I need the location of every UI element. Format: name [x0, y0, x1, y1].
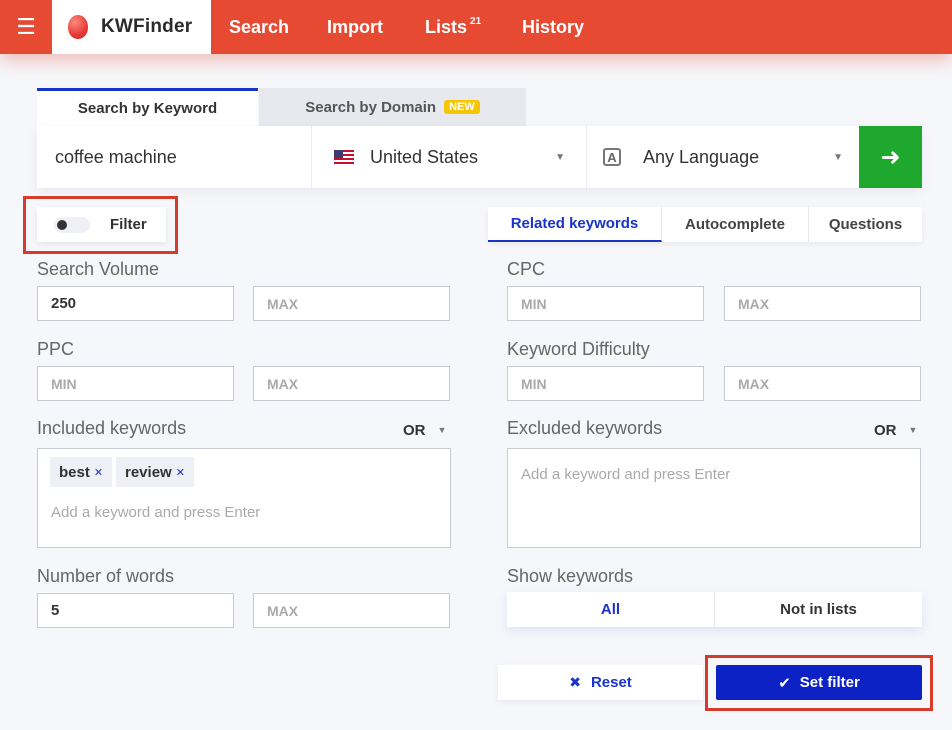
- keyword-type-tabs: Related keywords Autocomplete Questions: [488, 207, 922, 242]
- excluded-keywords-box[interactable]: Add a keyword and press Enter: [507, 448, 921, 548]
- show-keywords-label: Show keywords: [507, 566, 634, 586]
- remove-tag-icon[interactable]: ✕: [94, 466, 103, 479]
- included-operator-value: OR: [403, 422, 426, 439]
- nav-lists-label: Lists: [425, 16, 468, 37]
- brand-logo-link[interactable]: KWFinder: [52, 0, 211, 54]
- close-icon: ✖: [569, 674, 581, 690]
- keyword-difficulty-label: Keyword Difficulty: [507, 339, 650, 359]
- tab-questions[interactable]: Questions: [809, 207, 922, 242]
- tab-search-by-keyword[interactable]: Search by Keyword: [37, 88, 258, 126]
- search-volume-max-input[interactable]: MAX: [253, 286, 450, 321]
- show-all-option[interactable]: All: [507, 592, 714, 627]
- nav-search[interactable]: Search: [229, 0, 289, 54]
- country-select[interactable]: United States ▼: [311, 126, 579, 188]
- keyword-tag: best ✕: [50, 457, 113, 487]
- keyword-input[interactable]: coffee machine: [37, 126, 303, 188]
- language-icon: A: [603, 148, 621, 166]
- set-filter-button[interactable]: ✔ Set filter: [716, 665, 922, 700]
- country-value: United States: [370, 146, 479, 167]
- language-select[interactable]: A Any Language ▼: [586, 126, 857, 188]
- ppc-min-input[interactable]: MIN: [37, 366, 234, 401]
- nav-history-label: History: [522, 16, 585, 37]
- toggle-switch-icon: [54, 216, 90, 233]
- excluded-operator-value: OR: [874, 422, 897, 439]
- nav-history[interactable]: History: [522, 0, 584, 54]
- cpc-max-input[interactable]: MAX: [724, 286, 921, 321]
- language-value: Any Language: [643, 146, 760, 167]
- tab-questions-label: Questions: [828, 216, 903, 233]
- kwfinder-logo-icon: [68, 15, 88, 39]
- chevron-down-icon: ▼: [437, 425, 447, 435]
- cpc-min-input[interactable]: MIN: [507, 286, 704, 321]
- search-volume-min-input[interactable]: 250: [37, 286, 234, 321]
- ppc-label: PPC: [37, 339, 75, 359]
- show-not-in-lists-option[interactable]: Not in lists: [714, 592, 922, 627]
- nav-import[interactable]: Import: [327, 0, 383, 54]
- included-keywords-box[interactable]: best ✕ review ✕ Add a keyword and press En…: [37, 448, 451, 548]
- tab-search-by-keyword-label: Search by Keyword: [77, 100, 218, 117]
- excluded-keywords-placeholder: Add a keyword and press Enter: [521, 466, 731, 483]
- filter-toggle[interactable]: Filter: [37, 207, 166, 242]
- search-row: coffee machine United States ▼ A Any Lan…: [37, 126, 922, 188]
- set-filter-button-label: Set filter: [799, 674, 860, 691]
- new-badge: NEW: [444, 100, 480, 114]
- keyword-difficulty-max-input[interactable]: MAX: [724, 366, 921, 401]
- brand-name: KWFinder: [101, 16, 193, 37]
- menu-icon[interactable]: ☰: [0, 0, 52, 54]
- reset-button[interactable]: ✖ Reset: [498, 665, 703, 700]
- nav-search-label: Search: [229, 16, 290, 37]
- excluded-operator-select[interactable]: OR ▼: [874, 422, 917, 439]
- nav-lists[interactable]: Lists 21: [425, 0, 481, 54]
- number-of-words-max-input[interactable]: MAX: [253, 593, 450, 628]
- excluded-keywords-label: Excluded keywords: [507, 418, 663, 438]
- keyword-difficulty-min-input[interactable]: MIN: [507, 366, 704, 401]
- ppc-max-input[interactable]: MAX: [253, 366, 450, 401]
- tab-autocomplete[interactable]: Autocomplete: [662, 207, 809, 242]
- chevron-down-icon: ▼: [555, 152, 565, 163]
- search-submit-button[interactable]: ➜: [859, 126, 922, 188]
- number-of-words-label: Number of words: [37, 566, 175, 586]
- cpc-label: CPC: [507, 259, 546, 279]
- show-keywords-toggle: All Not in lists: [507, 592, 922, 627]
- filter-toggle-label: Filter: [110, 216, 147, 233]
- tab-related-keywords[interactable]: Related keywords: [488, 207, 662, 242]
- search-volume-label: Search Volume: [37, 259, 160, 279]
- number-of-words-min-input[interactable]: 5: [37, 593, 234, 628]
- included-operator-select[interactable]: OR ▼: [403, 422, 446, 439]
- keyword-tag: review ✕: [116, 457, 194, 487]
- keyword-tag-label: review: [125, 463, 172, 481]
- included-keywords-placeholder: Add a keyword and press Enter: [51, 504, 261, 521]
- chevron-down-icon: ▼: [833, 152, 843, 163]
- nav-import-label: Import: [327, 16, 383, 37]
- remove-tag-icon[interactable]: ✕: [176, 466, 185, 479]
- tab-autocomplete-label: Autocomplete: [684, 216, 785, 233]
- keyword-tag-label: best: [59, 463, 90, 481]
- reset-button-label: Reset: [590, 674, 632, 691]
- tab-search-by-domain[interactable]: Search by Domain NEW: [259, 88, 526, 126]
- chevron-down-icon: ▼: [908, 425, 918, 435]
- lists-count-badge: 21: [470, 15, 482, 27]
- included-keywords-label: Included keywords: [37, 418, 187, 438]
- tab-search-by-domain-label: Search by Domain: [305, 98, 437, 116]
- arrow-right-icon: ➜: [880, 143, 901, 171]
- checkmark-icon: ✔: [778, 674, 791, 692]
- top-navigation-bar: ☰ KWFinder Search Import Lists 21 History: [0, 0, 952, 54]
- tab-related-keywords-label: Related keywords: [510, 215, 639, 232]
- us-flag-icon: [334, 150, 354, 164]
